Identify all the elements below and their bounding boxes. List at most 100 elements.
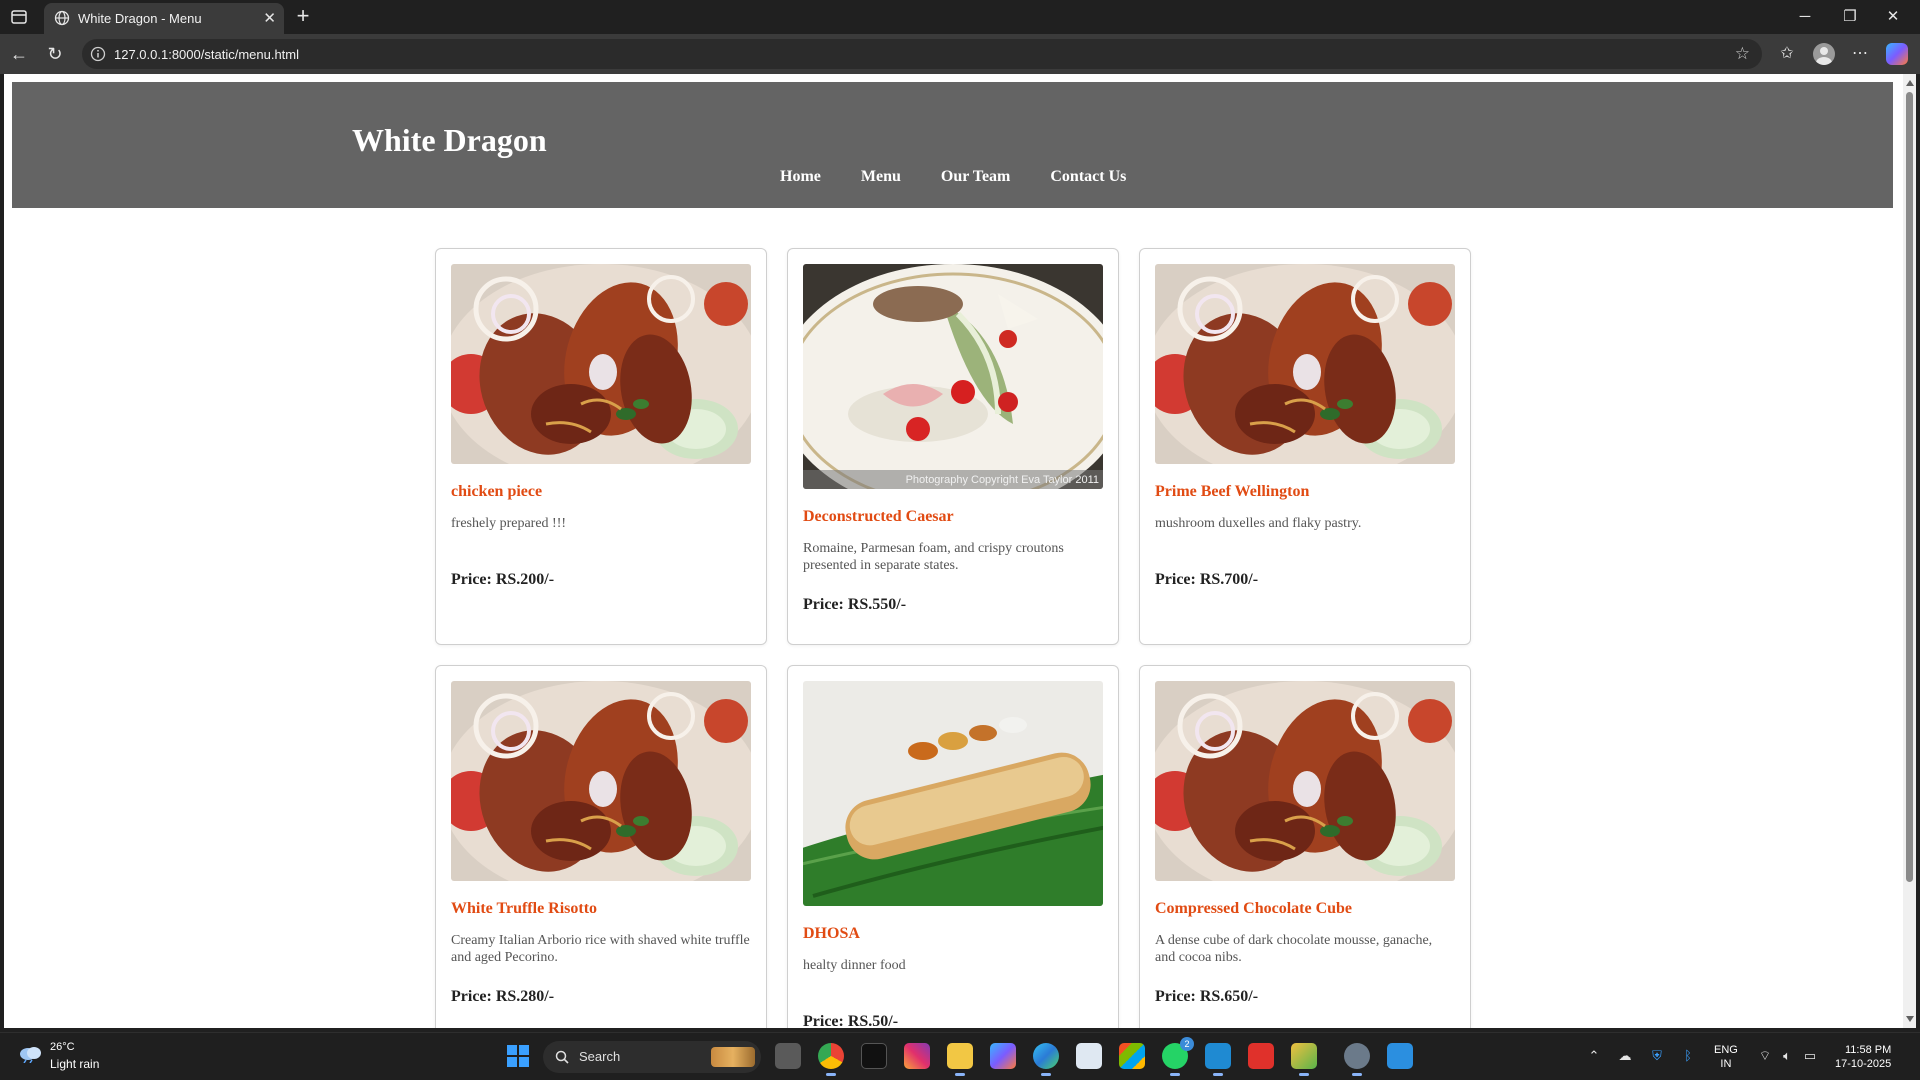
weather-condition: Light rain xyxy=(50,1057,100,1071)
address-bar[interactable]: 127.0.0.1:8000/static/menu.html ☆ xyxy=(82,39,1762,69)
audio-app-icon[interactable] xyxy=(861,1043,887,1069)
region-code: IN xyxy=(1720,1058,1732,1070)
nav-link-our-team[interactable]: Our Team xyxy=(941,168,1011,186)
instagram-icon[interactable] xyxy=(904,1043,930,1069)
new-tab-icon[interactable]: + xyxy=(290,4,316,30)
nav-link-menu[interactable]: Menu xyxy=(861,168,901,186)
photo-credit: Photography Copyright Eva Taylor 2011 xyxy=(905,474,1099,486)
scroll-down-arrow-icon[interactable] xyxy=(1906,1016,1914,1022)
nav-link-home[interactable]: Home xyxy=(780,168,821,186)
notification-badge: 2 xyxy=(1180,1037,1194,1051)
dish-photo xyxy=(803,264,1103,489)
menu-card: Prime Beef Wellington mushroom duxelles … xyxy=(1139,248,1471,645)
dish-price: Price: RS.50/- xyxy=(803,1013,899,1028)
document-app-icon[interactable] xyxy=(1076,1043,1102,1069)
whatsapp-icon[interactable]: 2 xyxy=(1162,1037,1194,1076)
language-indicator[interactable]: ENG IN xyxy=(1714,1043,1738,1071)
windows-taskbar: 26°C Light rain Search 2 ⌃ ☁ ⛨ ᛒ ENG IN … xyxy=(0,1032,1920,1080)
favorite-star-icon[interactable]: ☆ xyxy=(1735,44,1750,64)
dish-description: A dense cube of dark chocolate mousse, g… xyxy=(1155,933,1433,965)
back-arrow-icon[interactable]: ← xyxy=(8,43,30,65)
reload-icon[interactable]: ↻ xyxy=(44,43,66,65)
file-explorer-icon[interactable] xyxy=(947,1043,973,1076)
task-view-icon[interactable] xyxy=(775,1043,801,1069)
dish-name: Compressed Chocolate Cube xyxy=(1155,900,1353,917)
site-header: White Dragon Home Menu Our Team Contact … xyxy=(12,82,1893,208)
dish-price: Price: RS.280/- xyxy=(451,988,555,1005)
volume-icon[interactable]: 🔈︎ xyxy=(1779,1047,1795,1065)
url-text: 127.0.0.1:8000/static/menu.html xyxy=(114,47,300,62)
windows-start-icon[interactable] xyxy=(507,1045,529,1067)
dish-price: Price: RS.650/- xyxy=(1155,988,1259,1005)
menu-card: DHOSA healty dinner food Price: RS.50/- xyxy=(787,665,1119,1028)
paint-app-icon[interactable] xyxy=(1291,1043,1317,1076)
bluetooth-icon[interactable]: ᛒ xyxy=(1680,1047,1696,1065)
edge-browser-icon[interactable] xyxy=(1033,1043,1059,1076)
minimize-icon[interactable]: ─ xyxy=(1792,6,1818,28)
weather-temperature: 26°C xyxy=(50,1041,75,1053)
page-viewport: White Dragon Home Menu Our Team Contact … xyxy=(4,74,1903,1028)
scroll-up-arrow-icon[interactable] xyxy=(1906,80,1914,86)
browser-tab-bar: White Dragon - Menu ✕ + ─ ❐ ✕ xyxy=(0,0,1920,34)
dish-photo xyxy=(1155,681,1455,881)
wifi-icon[interactable]: ⌔ xyxy=(1757,1047,1773,1065)
globe-icon xyxy=(54,10,70,26)
site-info-icon[interactable] xyxy=(90,46,106,62)
dish-price: Price: RS.200/- xyxy=(451,571,555,588)
battery-icon[interactable]: ▭ xyxy=(1801,1047,1819,1065)
dish-photo xyxy=(451,264,751,464)
dish-photo xyxy=(451,681,751,881)
dish-description: Romaine, Parmesan foam, and crispy crout… xyxy=(803,541,1064,573)
dish-name: Prime Beef Wellington xyxy=(1155,483,1310,500)
site-nav: Home Menu Our Team Contact Us xyxy=(780,168,1126,186)
menu-card: White Truffle Risotto Creamy Italian Arb… xyxy=(435,665,767,1028)
dish-photo xyxy=(803,681,1103,906)
dish-name: chicken piece xyxy=(451,483,543,500)
dish-name: Deconstructed Caesar xyxy=(803,508,954,525)
clock-time: 11:58 PM xyxy=(1845,1044,1892,1056)
search-icon xyxy=(555,1050,569,1064)
dish-description: Creamy Italian Arborio rice with shaved … xyxy=(451,933,750,965)
menu-grid: chicken piece freshely prepared !!! Pric… xyxy=(435,248,1475,1028)
nav-link-contact-us[interactable]: Contact Us xyxy=(1050,168,1126,186)
dish-photo xyxy=(1155,264,1455,464)
wps-office-icon[interactable] xyxy=(1248,1043,1274,1069)
restore-icon[interactable]: ❐ xyxy=(1837,6,1863,28)
copilot-icon[interactable] xyxy=(1886,43,1908,65)
close-tab-icon[interactable]: ✕ xyxy=(263,9,276,27)
dish-name: DHOSA xyxy=(803,925,860,942)
profile-avatar-icon[interactable] xyxy=(1813,43,1835,65)
more-options-icon[interactable]: ⋯ xyxy=(1849,43,1871,65)
language-code: ENG xyxy=(1714,1044,1738,1056)
menu-card: chicken piece freshely prepared !!! Pric… xyxy=(435,248,767,645)
dish-price: Price: RS.700/- xyxy=(1155,571,1259,588)
microsoft-store-icon[interactable] xyxy=(1119,1043,1145,1069)
vertical-scrollbar[interactable] xyxy=(1903,74,1916,1028)
chevron-up-icon[interactable]: ⌃ xyxy=(1586,1047,1602,1065)
menu-card: Compressed Chocolate Cube A dense cube o… xyxy=(1139,665,1471,1028)
settings-gear-icon[interactable] xyxy=(1344,1043,1370,1076)
search-highlight-image xyxy=(711,1047,755,1067)
vscode-icon[interactable] xyxy=(1205,1043,1231,1076)
clock-date: 17-10-2025 xyxy=(1835,1058,1892,1070)
favorites-icon[interactable]: ✩ xyxy=(1776,43,1798,65)
menu-card: Photography Copyright Eva Taylor 2011 De… xyxy=(787,248,1119,645)
security-shield-icon[interactable]: ⛨ xyxy=(1648,1047,1666,1065)
copilot-app-icon[interactable] xyxy=(990,1043,1016,1069)
dish-photo-wrapper: Photography Copyright Eva Taylor 2011 xyxy=(803,264,1103,489)
close-window-icon[interactable]: ✕ xyxy=(1880,6,1906,28)
search-placeholder: Search xyxy=(579,1049,621,1064)
taskbar-search[interactable]: Search xyxy=(543,1041,761,1073)
onedrive-cloud-icon[interactable]: ☁ xyxy=(1616,1047,1634,1065)
browser-toolbar: ← ↻ 127.0.0.1:8000/static/menu.html ☆ ✩ … xyxy=(0,34,1920,74)
dish-price: Price: RS.550/- xyxy=(803,596,907,613)
tab-actions-icon[interactable] xyxy=(8,6,30,28)
dish-description: freshely prepared !!! xyxy=(451,516,567,531)
system-clock[interactable]: 11:58 PM 17-10-2025 xyxy=(1835,1043,1891,1071)
scrollbar-thumb[interactable] xyxy=(1906,92,1913,882)
cloud-rain-icon xyxy=(20,1047,41,1063)
photos-app-icon[interactable] xyxy=(1387,1043,1413,1069)
chrome-icon[interactable] xyxy=(818,1043,844,1076)
browser-tab-active[interactable]: White Dragon - Menu ✕ xyxy=(44,3,284,34)
dish-description: healty dinner food xyxy=(803,958,906,973)
